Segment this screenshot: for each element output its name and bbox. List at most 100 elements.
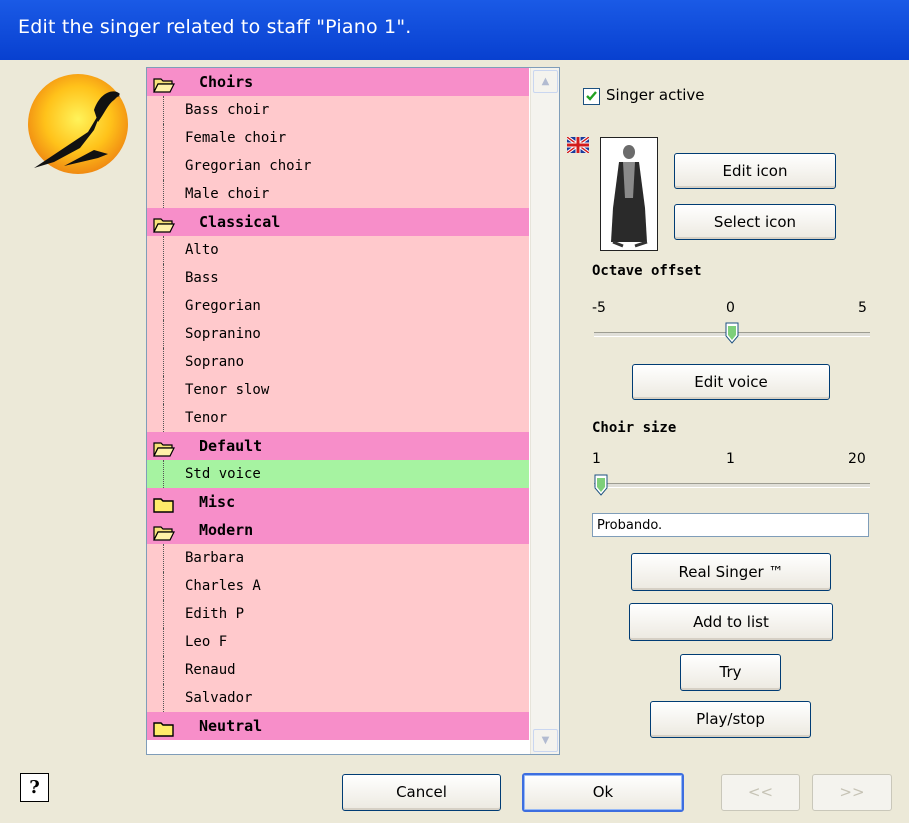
- list-group-label: Modern: [199, 521, 254, 539]
- choir-slider-thumb[interactable]: [594, 474, 608, 496]
- list-item-label: Tenor: [185, 410, 228, 426]
- ok-button[interactable]: Ok: [522, 773, 684, 812]
- list-item[interactable]: Gregorian: [147, 292, 529, 320]
- help-button[interactable]: ?: [20, 773, 49, 802]
- tree-line: [163, 264, 165, 292]
- add-to-list-button[interactable]: Add to list: [629, 603, 833, 641]
- folder-closed-icon: [153, 494, 175, 513]
- play-stop-button[interactable]: Play/stop: [650, 701, 811, 738]
- list-item-label: Gregorian choir: [185, 158, 312, 174]
- octave-max-label: 5: [858, 300, 867, 316]
- uk-flag-icon[interactable]: [567, 137, 589, 153]
- list-group-classical[interactable]: Classical: [147, 208, 529, 236]
- cancel-button[interactable]: Cancel: [342, 774, 501, 811]
- tree-line: [163, 236, 165, 264]
- choir-size-title: Choir size: [592, 420, 677, 436]
- bird-logo-icon: [28, 74, 128, 174]
- scroll-up-button[interactable]: ▲: [533, 70, 558, 93]
- folder-open-icon: [153, 438, 175, 457]
- tree-line: [163, 460, 165, 488]
- folder-open-icon: [153, 522, 175, 541]
- try-button[interactable]: Try: [680, 654, 781, 691]
- tree-line: [163, 600, 165, 628]
- list-item[interactable]: Sopranino: [147, 320, 529, 348]
- singer-list[interactable]: Choirs Bass choir Female choir Gregorian ch…: [146, 67, 560, 755]
- list-group-label: Misc: [199, 493, 236, 511]
- list-item[interactable]: Charles A: [147, 572, 529, 600]
- tree-line: [163, 180, 165, 208]
- edit-icon-button[interactable]: Edit icon: [674, 153, 836, 189]
- list-item[interactable]: Female choir: [147, 124, 529, 152]
- list-item-label: Tenor slow: [185, 382, 270, 398]
- list-item[interactable]: Tenor slow: [147, 376, 529, 404]
- octave-mid-label: 0: [726, 300, 735, 316]
- list-group-label: Choirs: [199, 73, 254, 91]
- list-item[interactable]: Male choir: [147, 180, 529, 208]
- previous-button[interactable]: <<: [721, 774, 800, 811]
- list-item-label: Charles A: [185, 578, 261, 594]
- next-button[interactable]: >>: [812, 774, 892, 811]
- singer-silhouette-icon: [611, 145, 648, 248]
- choir-min-label: 1: [592, 451, 601, 467]
- list-item-label: Female choir: [185, 130, 287, 146]
- list-group-modern[interactable]: Modern: [147, 516, 529, 544]
- tree-line: [163, 152, 165, 180]
- tree-line: [163, 376, 165, 404]
- list-item[interactable]: Barbara: [147, 544, 529, 572]
- list-item[interactable]: Salvador: [147, 684, 529, 712]
- list-group-choirs[interactable]: Choirs: [147, 68, 529, 96]
- window-title: Edit the singer related to staff "Piano …: [18, 16, 412, 38]
- choir-max-label: 20: [848, 451, 866, 467]
- choir-slider-track[interactable]: [594, 483, 870, 488]
- check-mark-icon: [586, 91, 597, 101]
- tree-line: [163, 124, 165, 152]
- list-scrollbar[interactable]: ▲ ▼: [530, 68, 559, 754]
- list-group-neutral[interactable]: Neutral: [147, 712, 529, 740]
- list-item-label: Barbara: [185, 550, 245, 566]
- list-item[interactable]: Soprano: [147, 348, 529, 376]
- scroll-down-button[interactable]: ▼: [533, 729, 558, 752]
- choir-mid-label: 1: [726, 451, 735, 467]
- list-item[interactable]: Gregorian choir: [147, 152, 529, 180]
- list-item-label: Bass choir: [185, 102, 270, 118]
- tree-line: [163, 320, 165, 348]
- list-item[interactable]: Bass choir: [147, 96, 529, 124]
- tree-line: [163, 572, 165, 600]
- folder-closed-icon: [153, 718, 175, 737]
- list-item[interactable]: Alto: [147, 236, 529, 264]
- folder-open-icon: [153, 214, 175, 233]
- singer-portrait: [600, 137, 658, 251]
- list-item-label: Salvador: [185, 690, 253, 706]
- real-singer-button[interactable]: Real Singer ™: [631, 553, 831, 591]
- tree-line: [163, 404, 165, 432]
- singer-text-field[interactable]: Probando.: [592, 513, 869, 537]
- title-bar: Edit the singer related to staff "Piano …: [0, 0, 909, 60]
- tree-line: [163, 544, 165, 572]
- list-item-label: Leo F: [185, 634, 228, 650]
- list-group-label: Neutral: [199, 717, 263, 735]
- edit-voice-button[interactable]: Edit voice: [632, 364, 830, 400]
- list-item[interactable]: Leo F: [147, 628, 529, 656]
- tree-line: [163, 656, 165, 684]
- list-item-label: Edith P: [185, 606, 245, 622]
- select-icon-button[interactable]: Select icon: [674, 204, 836, 240]
- list-item-label: Renaud: [185, 662, 236, 678]
- list-item[interactable]: Bass: [147, 264, 529, 292]
- list-item[interactable]: Std voice: [147, 460, 529, 488]
- list-item-label: Gregorian: [185, 298, 261, 314]
- list-item-label: Alto: [185, 242, 219, 258]
- list-item[interactable]: Tenor: [147, 404, 529, 432]
- singer-list-rows: Choirs Bass choir Female choir Gregorian ch…: [147, 68, 529, 740]
- list-item[interactable]: Edith P: [147, 600, 529, 628]
- tree-line: [163, 684, 165, 712]
- list-group-default[interactable]: Default: [147, 432, 529, 460]
- octave-slider-thumb[interactable]: [725, 322, 739, 344]
- list-item-label: Male choir: [185, 186, 270, 202]
- list-group-label: Default: [199, 437, 263, 455]
- list-item[interactable]: Renaud: [147, 656, 529, 684]
- list-item-label: Bass: [185, 270, 219, 286]
- singer-active-checkbox[interactable]: [583, 88, 600, 105]
- tree-line: [163, 292, 165, 320]
- octave-min-label: -5: [592, 300, 606, 316]
- list-group-misc[interactable]: Misc: [147, 488, 529, 516]
